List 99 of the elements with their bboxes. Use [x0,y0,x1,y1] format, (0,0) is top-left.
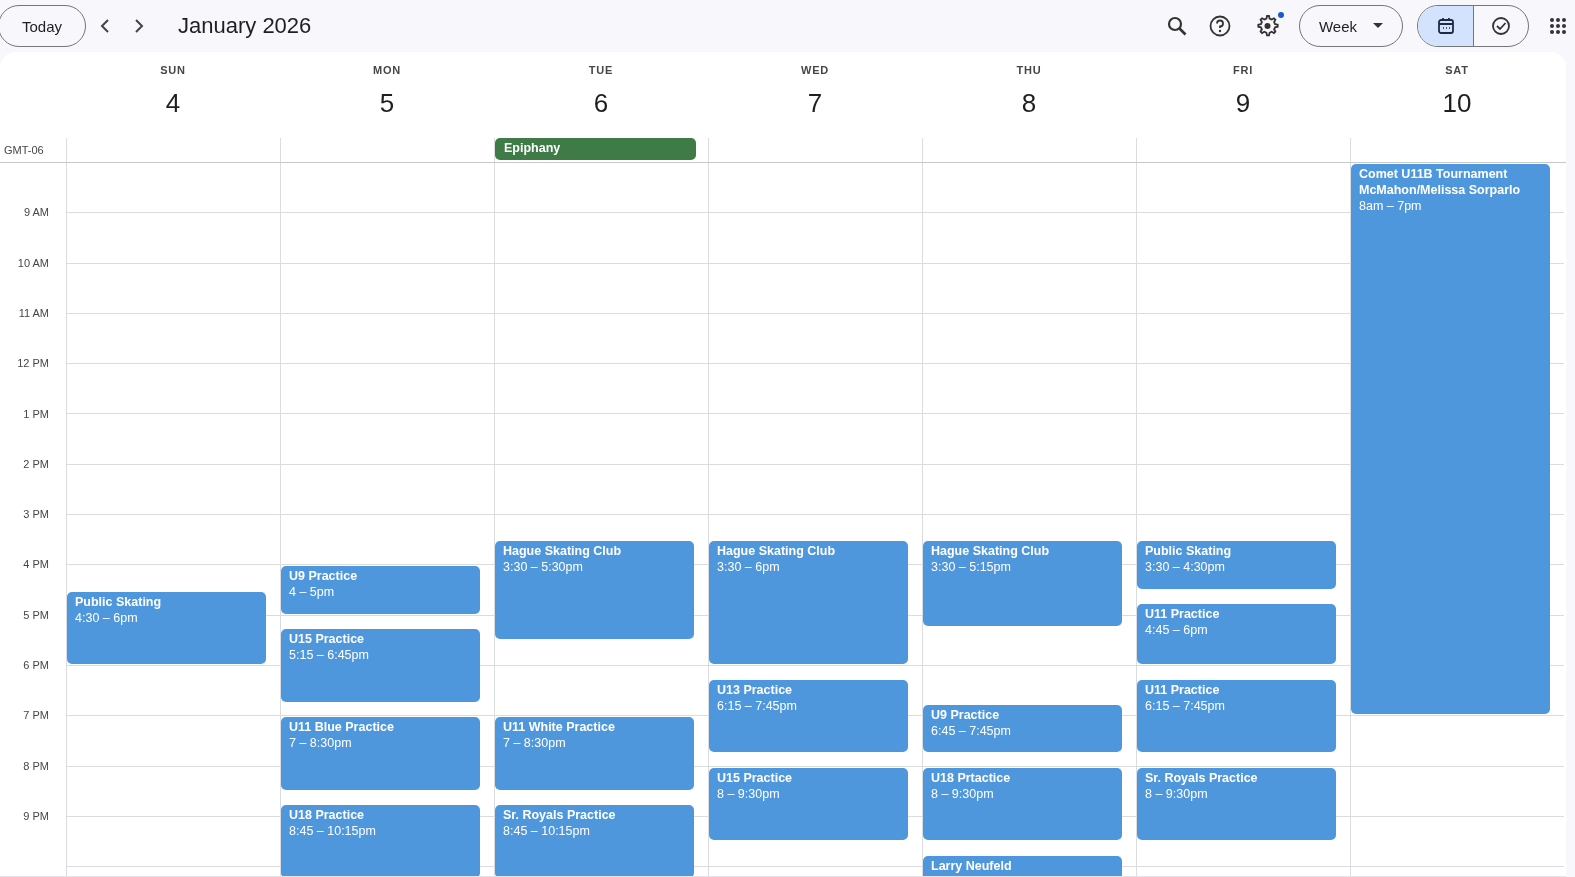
date-number[interactable]: 7 [807,88,823,119]
event-block[interactable]: Comet U11B Tournament McMahon/Melissa Sorparlo 8am – 7pm [1351,164,1550,715]
event-block[interactable]: Public Skating 3:30 – 4:30pm [1137,541,1336,589]
caret-icon [1373,23,1384,29]
event-time: 3:30 – 5:15pm [931,559,1012,576]
calendar-mode-tab[interactable] [1418,6,1473,46]
event-time: 8 – 9:30pm [1145,785,1209,802]
event-title: U15 Practice [289,631,366,648]
event-block[interactable]: Larry Neufeld [923,855,1122,876]
event-block[interactable]: Sr. Royals Practice 8:45 – 10:15pm [495,805,694,876]
event-time: 6:15 – 7:45pm [717,697,798,714]
event-title: U9 Practice [289,568,359,585]
hour-label: 8 PM [23,759,49,772]
apps-grid-icon[interactable] [1549,17,1567,35]
event-time: 8:45 – 10:15pm [289,823,377,840]
hour-label: 7 PM [23,709,49,722]
chevron-right-icon [134,19,144,33]
event-title: U11 White Practice [503,719,616,736]
event-title: U11 Blue Practice [289,719,395,736]
weekday-label: MON [372,64,402,76]
event-block[interactable]: U11 Practice 6:15 – 7:45pm [1137,679,1336,752]
calendar-icon [1436,17,1455,35]
hour-label: 3 PM [23,508,49,521]
event-title: Public Skating [75,593,163,610]
event-block[interactable]: Hague Skating Club 3:30 – 6pm [709,541,908,664]
help-icon[interactable] [1209,15,1231,37]
date-number[interactable]: 10 [1442,88,1472,119]
event-time: 8:45 – 10:15pm [503,823,591,840]
event-title: Larry Neufeld [931,857,1013,874]
event-time: 4:45 – 6pm [1145,622,1209,639]
event-time: 6:15 – 7:45pm [1145,697,1226,714]
date-number[interactable]: 5 [379,88,395,119]
check-circle-icon [1491,16,1511,36]
hour-label: 10 AM [17,256,49,269]
event-block[interactable]: U13 Practice 6:15 – 7:45pm [709,679,908,752]
event-time: 6:45 – 7:45pm [931,722,1012,739]
hour-label: 4 PM [23,558,49,571]
hour-label: 9 AM [23,206,49,219]
event-block[interactable]: U18 Prtactice 8 – 9:30pm [923,767,1122,841]
event-title: U18 Prtactice [931,769,1012,786]
hour-label: 2 PM [23,457,49,470]
event-block[interactable]: Public Skating 4:30 – 6pm [67,591,266,664]
event-block[interactable]: Hague Skating Club 3:30 – 5:15pm [923,541,1122,627]
weekday-label: SUN [160,64,186,76]
event-time: 8 – 9:30pm [931,785,995,802]
event-block[interactable]: U15 Practice 5:15 – 6:45pm [281,629,480,702]
chevron-left-icon [100,19,110,33]
event-title: U11 Practice [1145,681,1221,698]
event-title: Sr. Royals Practice [503,807,617,824]
event-title: Comet U11B Tournament McMahon/Melissa Sorparlo [1359,166,1522,198]
event-time: 8am – 7pm [1359,198,1423,214]
event-block[interactable]: Hague Skating Club 3:30 – 5:30pm [495,541,694,639]
all-day-event[interactable]: Epiphany [495,138,696,160]
weekday-label: FRI [1232,64,1254,76]
event-block[interactable]: U9 Practice 6:45 – 7:45pm [923,704,1122,752]
event-time: 3:30 – 4:30pm [1145,559,1226,576]
event-time: 3:30 – 6pm [717,559,781,576]
timezone-label: GMT-06 [4,144,44,156]
event-time: 7 – 8:30pm [503,735,567,752]
month-title: January 2026 [178,13,312,39]
hour-label: 1 PM [23,407,49,420]
search-icon[interactable] [1167,16,1187,36]
event-time: 4 – 5pm [289,584,336,601]
date-number[interactable]: 6 [593,88,609,119]
event-title: U9 Practice [931,706,1001,723]
date-number[interactable]: 9 [1235,88,1251,119]
event-title: Sr. Royals Practice [1145,769,1259,786]
weekday-label: TUE [588,64,614,76]
event-block[interactable]: U9 Practice 4 – 5pm [281,566,480,614]
hour-label: 5 PM [23,608,49,621]
date-number[interactable]: 4 [165,88,181,119]
hour-label: 6 PM [23,659,49,671]
weekday-label: WED [800,64,830,76]
event-title: Hague Skating Club [503,543,623,560]
event-time: 4:30 – 6pm [75,609,139,626]
settings-icon[interactable] [1255,14,1279,38]
event-block[interactable]: U18 Practice 8:45 – 10:15pm [281,805,480,876]
event-block[interactable]: U15 Practice 8 – 9:30pm [709,767,908,841]
hour-label: 12 PM [17,357,49,370]
date-number[interactable]: 8 [1021,88,1037,119]
event-time: 7 – 8:30pm [289,735,353,752]
hour-label: 9 PM [23,809,49,822]
event-time: 5:15 – 6:45pm [289,647,370,664]
event-title: Public Skating [1145,543,1233,560]
event-title: Hague Skating Club [931,543,1051,560]
event-title: U18 Practice [289,807,366,824]
event-block[interactable]: U11 Practice 4:45 – 6pm [1137,604,1336,664]
event-block[interactable]: U11 Blue Practice 7 – 8:30pm [281,717,480,790]
event-title: Hague Skating Club [717,543,837,560]
event-block[interactable]: Sr. Royals Practice 8 – 9:30pm [1137,767,1336,841]
hour-label: 11 AM [18,306,49,319]
weekday-label: SAT [1445,64,1469,76]
event-block[interactable]: U11 White Practice 7 – 8:30pm [495,717,694,790]
event-title: U11 Practice [1145,606,1221,623]
event-title: U15 Practice [717,769,794,786]
weekday-label: THU [1016,64,1042,76]
event-title: U13 Practice [717,681,794,698]
event-time: 3:30 – 5:30pm [503,559,584,576]
event-time: 8 – 9:30pm [717,785,781,802]
